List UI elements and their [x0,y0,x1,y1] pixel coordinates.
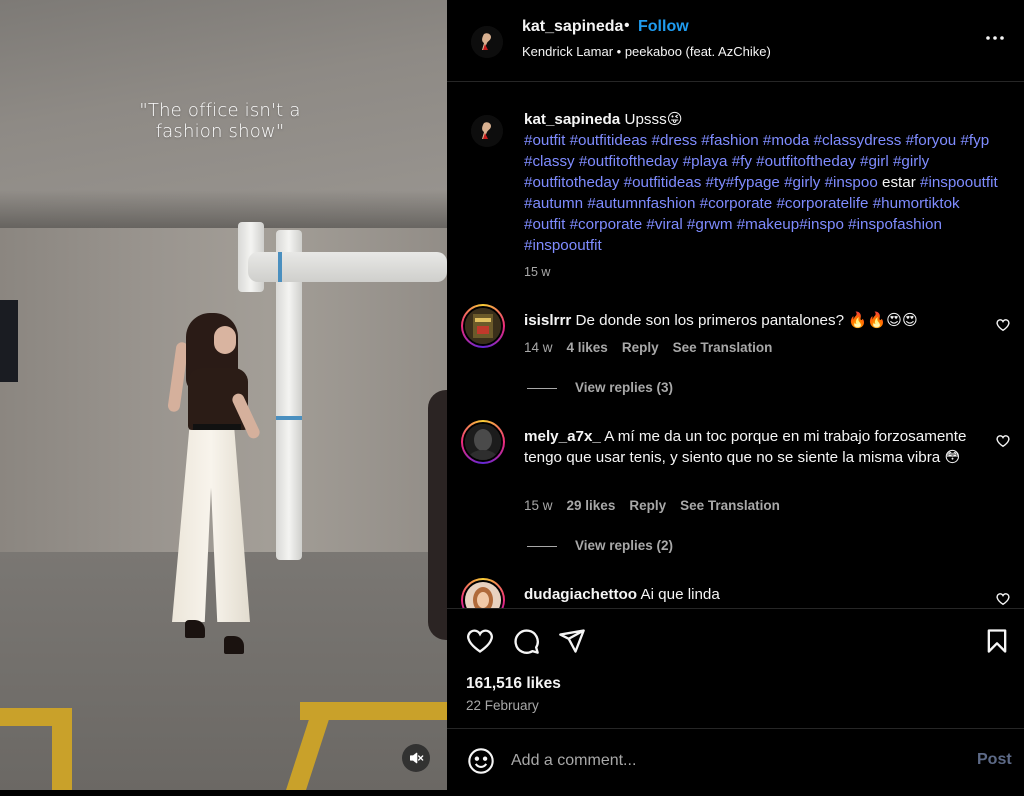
smiley-icon [468,748,494,774]
replies-divider [527,545,557,547]
heart-icon [996,593,1010,606]
see-translation-button[interactable]: See Translation [673,340,773,355]
author-avatar[interactable] [471,26,503,58]
more-horizontal-icon [986,36,1004,40]
comment-text: isislrrr De donde son los primeros panta… [524,310,994,331]
reel-video[interactable]: "The office isn't a fashion show" [0,0,447,790]
comment-meta: 14 w 4 likes Reply See Translation [524,340,786,355]
comment-time: 14 w [524,340,553,355]
comments-section[interactable]: kat_sapineda Upsss😜 #outfit #outfitideas… [447,83,1024,608]
pipe-stripe [276,416,302,420]
commenter-avatar[interactable] [461,578,505,608]
person-shoe [185,620,205,638]
heart-icon [996,319,1010,332]
view-replies-label: View replies (2) [575,538,674,553]
comment-like-button[interactable] [996,592,1012,608]
parking-line [52,708,72,790]
separator-dot: • [624,17,630,34]
comment-body: De donde son los primeros pantalones? 🔥🔥… [575,312,918,329]
comment-username[interactable]: mely_a7x_ [524,428,601,445]
audio-track[interactable]: Kendrick Lamar • peekaboo (feat. AzChike… [522,44,771,59]
caption-author-avatar[interactable] [471,115,503,147]
post-caption: kat_sapineda Upsss😜 #outfit #outfitideas… [524,109,1004,256]
author-username[interactable]: kat_sapineda [522,18,623,36]
comment-text: mely_a7x_ A mí me da un toc porque en mi… [524,426,994,468]
caption-text: Upsss😜 [624,111,683,128]
wall-sign [0,300,18,382]
video-overlay-text: "The office isn't a fashion show" [139,100,301,142]
likes-count[interactable]: 161,516 likes [466,675,561,693]
add-comment-bar: Post [447,728,1024,796]
caption-timestamp: 15 w [524,265,551,279]
post-date: 22 February [466,698,539,713]
view-replies-button[interactable]: View replies (2) [527,538,673,553]
person-face [214,326,236,354]
video-ceiling-shadow [0,190,447,230]
post-button[interactable]: Post [977,751,1012,769]
view-replies-label: View replies (3) [575,380,674,395]
parked-car [428,390,447,640]
comment-icon [514,629,539,654]
comment-body: Ai que linda [640,586,720,603]
post-actions: 161,516 likes 22 February [447,608,1024,728]
comment-meta: 15 w 29 likes Reply See Translation [524,498,794,513]
save-button[interactable] [983,627,1011,655]
person-shoe [224,636,244,654]
comment-time: 15 w [524,498,553,513]
heart-icon [467,629,493,653]
send-icon [559,629,585,653]
reply-button[interactable]: Reply [622,340,659,355]
comment-like-button[interactable] [996,434,1012,450]
view-replies-button[interactable]: View replies (3) [527,380,673,395]
heart-icon [996,435,1010,448]
see-translation-button[interactable]: See Translation [680,498,780,513]
comment-likes[interactable]: 29 likes [567,498,616,513]
post-header: kat_sapineda • Follow Kendrick Lamar • p… [447,0,1024,82]
emoji-button[interactable] [467,747,495,775]
comment-like-button[interactable] [996,318,1012,334]
comment-likes[interactable]: 4 likes [567,340,608,355]
more-options-button[interactable] [983,26,1007,50]
reply-button[interactable]: Reply [629,498,666,513]
comment-username[interactable]: isislrrr [524,312,571,329]
replies-divider [527,387,557,389]
person-belt [193,424,241,430]
like-button[interactable] [466,627,494,655]
post-panel: kat_sapineda • Follow Kendrick Lamar • p… [447,0,1024,796]
comment-input[interactable] [511,749,941,773]
comment-button[interactable] [512,627,540,655]
caption-plain-text: estar [877,174,920,191]
speaker-muted-icon [410,752,424,764]
share-button[interactable] [558,627,586,655]
caption-username[interactable]: kat_sapineda [524,111,620,128]
commenter-avatar[interactable] [461,304,505,348]
commenter-avatar[interactable] [461,420,505,464]
comment-text: dudagiachettoo Ai que linda [524,584,994,605]
pipe-stripe [278,252,282,282]
bookmark-icon [987,629,1007,653]
mute-button[interactable] [402,744,430,772]
follow-button[interactable]: Follow [638,18,689,36]
comment-username[interactable]: dudagiachettoo [524,586,637,603]
